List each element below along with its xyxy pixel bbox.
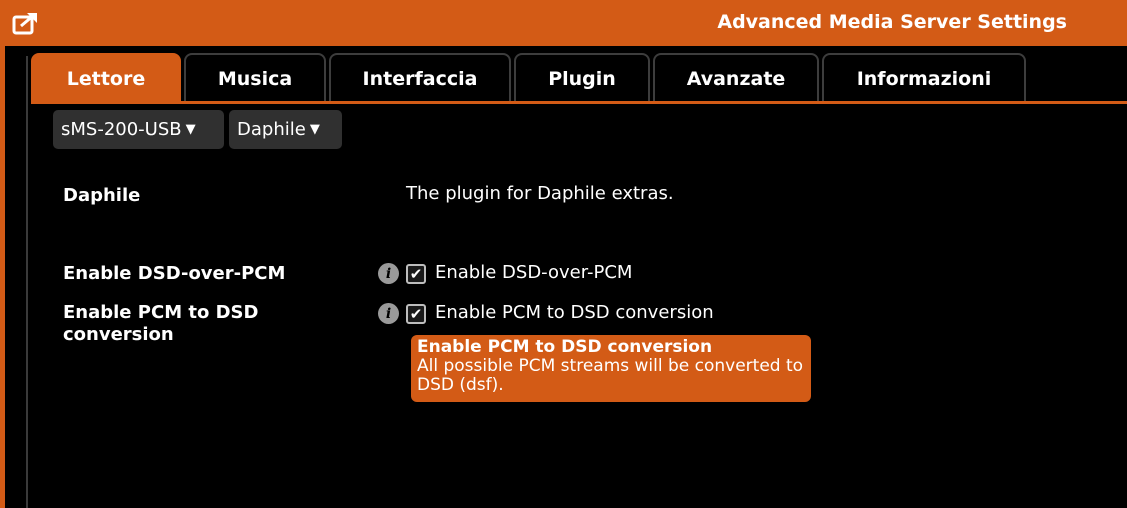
settings-window: Advanced Media Server Settings Lettore M… <box>0 0 1127 508</box>
tab-informazioni[interactable]: Informazioni <box>822 53 1026 103</box>
plugin-select-value: Daphile <box>237 119 306 140</box>
tab-underline <box>31 101 1127 104</box>
pcm-to-dsd-checkbox-label[interactable]: Enable PCM to DSD conversion <box>435 302 714 323</box>
tab-bar: Lettore Musica Interfaccia Plugin Avanza… <box>31 53 1026 103</box>
title-bar: Advanced Media Server Settings <box>0 0 1127 46</box>
player-select-value: sMS-200-USB <box>61 119 182 140</box>
tooltip-title: Enable PCM to DSD conversion <box>417 337 713 357</box>
chevron-down-icon: ▼ <box>185 122 196 137</box>
tooltip: Enable PCM to DSD conversion All possibl… <box>411 335 811 402</box>
dsd-over-pcm-checkbox-label[interactable]: Enable DSD-over-PCM <box>435 262 632 283</box>
chevron-down-icon: ▼ <box>309 122 320 137</box>
player-select[interactable]: sMS-200-USB ▼ <box>53 110 224 149</box>
content-left-border <box>26 56 28 508</box>
plugin-name: Daphile <box>63 185 141 206</box>
info-icon[interactable]: i <box>378 303 399 324</box>
tab-avanzate[interactable]: Avanzate <box>653 53 819 103</box>
setting-label-pcm-to-dsd: Enable PCM to DSD conversion <box>63 302 259 345</box>
plugin-description: The plugin for Daphile extras. <box>406 183 674 204</box>
pcm-to-dsd-checkbox[interactable]: ✔ <box>406 304 426 324</box>
tab-musica[interactable]: Musica <box>184 53 326 103</box>
info-icon[interactable]: i <box>378 263 399 284</box>
window-title: Advanced Media Server Settings <box>717 11 1067 33</box>
tab-lettore[interactable]: Lettore <box>31 53 181 103</box>
dsd-over-pcm-checkbox[interactable]: ✔ <box>406 264 426 284</box>
tab-plugin[interactable]: Plugin <box>514 53 650 103</box>
export-window-icon[interactable] <box>12 10 40 36</box>
setting-label-dsd-over-pcm: Enable DSD-over-PCM <box>63 263 286 284</box>
tab-interfaccia[interactable]: Interfaccia <box>329 53 511 103</box>
tooltip-text: All possible PCM streams will be convert… <box>417 356 804 395</box>
plugin-select[interactable]: Daphile ▼ <box>229 110 342 149</box>
